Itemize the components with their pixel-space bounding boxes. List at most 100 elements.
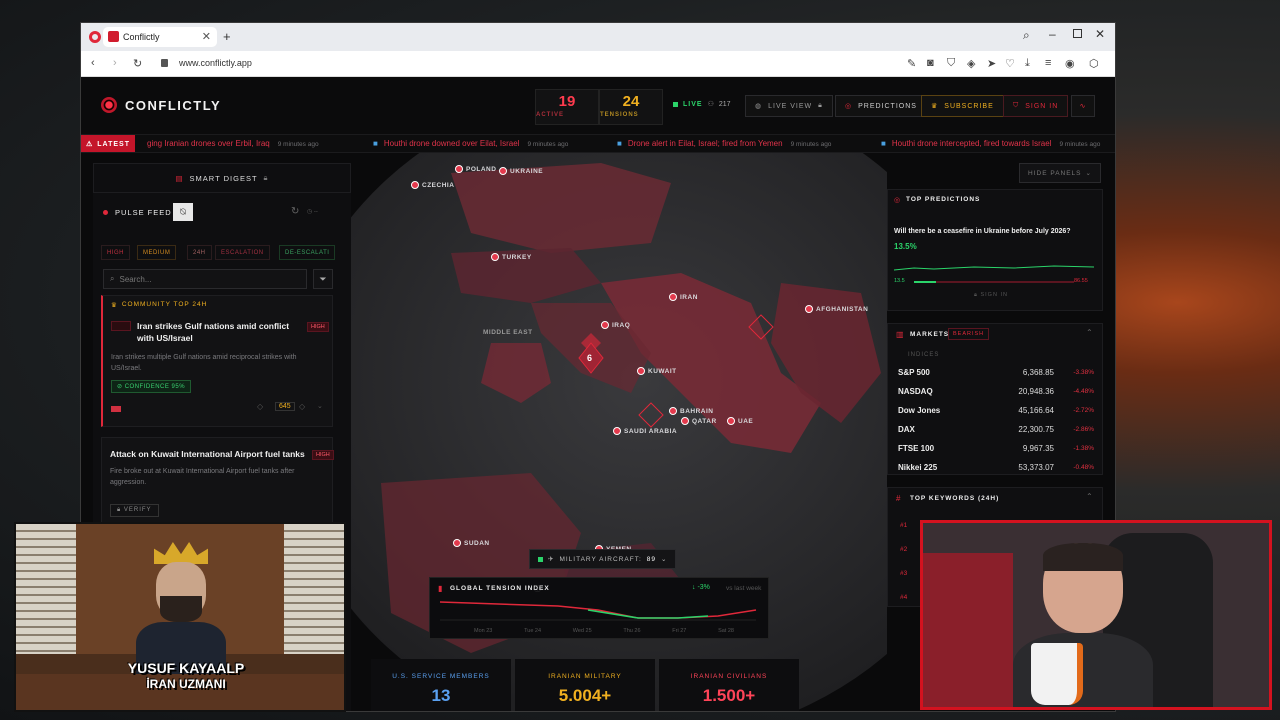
news-card[interactable]: Attack on Kuwait International Airport f…: [101, 437, 334, 527]
active-stat[interactable]: 19 ACTIVE: [535, 89, 599, 125]
opera-logo-icon[interactable]: [89, 31, 101, 43]
map-label-sudan[interactable]: SUDAN: [453, 539, 490, 547]
tensions-stat[interactable]: 24 TENSIONS: [599, 89, 663, 125]
market-row[interactable]: Dow Jones 45,166.64 -2.72%: [898, 406, 1094, 420]
reload-icon[interactable]: ↻: [133, 57, 142, 70]
profile-icon[interactable]: ◉: [1065, 57, 1075, 70]
browser-tab[interactable]: Conflictly ✕: [103, 27, 217, 47]
map-label-iran[interactable]: IRAN: [669, 293, 698, 301]
ticker-item[interactable]: ■ Houthi drone intercepted, fired towards…: [881, 139, 1100, 148]
edit-icon[interactable]: ✎: [907, 57, 916, 70]
menu-icon[interactable]: ≡: [1045, 57, 1051, 69]
minimize-icon[interactable]: –: [1049, 27, 1056, 41]
cluster-count[interactable]: 6: [587, 353, 592, 363]
tab-bar: Conflictly ✕ + ⌕ – ✕: [81, 23, 1115, 51]
smart-digest-button[interactable]: ▤ SMART DIGEST 🔒︎: [93, 163, 351, 193]
sign-in-button[interactable]: ⛉ SIGN IN: [1003, 95, 1069, 117]
filter-chip-deescalation[interactable]: DE-ESCALATI: [279, 245, 336, 260]
globe-icon: ◍: [755, 103, 763, 110]
market-row[interactable]: FTSE 100 9,967.35 -1.38%: [898, 444, 1094, 458]
url-field[interactable]: www.conflictly.app: [179, 58, 252, 68]
map-label-afghanistan[interactable]: AFGHANISTAN: [805, 305, 868, 313]
extensions-icon[interactable]: ⬡: [1089, 57, 1099, 70]
world-map[interactable]: POLAND UKRAINE CZECHIA TURKEY IRAN IRAQ …: [351, 153, 887, 711]
collapse-icon[interactable]: ⌃: [1086, 492, 1093, 501]
live-view-button[interactable]: ◍ LIVE VIEW 🔒︎: [745, 95, 833, 117]
map-label-bahrain[interactable]: BAHRAIN: [669, 407, 713, 415]
bearish-badge: BEARISH: [948, 328, 990, 340]
banner: [923, 553, 1013, 707]
market-row[interactable]: S&P 500 6,368.85 -3.38%: [898, 368, 1094, 382]
shield-icon[interactable]: ⛉: [947, 57, 955, 70]
sign-in-link[interactable]: 🔒︎ SIGN IN: [974, 292, 1008, 299]
hide-panels-button[interactable]: HIDE PANELS ⌄: [1019, 163, 1101, 183]
send-icon[interactable]: ➤: [987, 57, 996, 70]
mute-button[interactable]: ⍉: [173, 203, 193, 221]
upvote-icon[interactable]: ◇: [257, 402, 263, 411]
map-label-turkey[interactable]: TURKEY: [491, 253, 532, 261]
camera-icon[interactable]: ◙: [927, 57, 934, 69]
activity-button[interactable]: ∿: [1071, 95, 1095, 117]
heart-icon[interactable]: ♡: [1005, 57, 1015, 70]
news-card[interactable]: ♛ COMMUNITY TOP 24H Iran strikes Gulf nat…: [101, 295, 333, 427]
stat-us-service-members[interactable]: U.S. SERVICE MEMBERS 13: [371, 659, 511, 711]
market-row[interactable]: NASDAQ 20,948.36 -4.48%: [898, 387, 1094, 401]
filter-chip-medium[interactable]: MEDIUM: [137, 245, 177, 260]
ticker-item[interactable]: ■ Houthi drone downed over Eilat, Israel 9…: [373, 139, 568, 148]
news-icon: ■: [617, 139, 622, 148]
map-label-poland[interactable]: POLAND: [455, 165, 496, 173]
stat-iranian-civilians[interactable]: IRANIAN CIVILIANS 1.500+: [659, 659, 799, 711]
prediction-sparkline: [894, 265, 1094, 271]
vpn-icon[interactable]: ◈: [967, 57, 975, 70]
map-label-iraq[interactable]: IRAQ: [601, 321, 630, 329]
markets-panel[interactable]: ▥ MARKETS BEARISH ⌃ INDICES S&P 500 6,368…: [887, 323, 1103, 475]
map-label-kuwait[interactable]: KUWAIT: [637, 367, 677, 375]
collapse-icon[interactable]: ⌃: [1086, 328, 1093, 337]
market-value: 45,166.64: [1018, 406, 1054, 415]
filter-chip-escalation[interactable]: ESCALATION: [215, 245, 270, 260]
forward-icon[interactable]: ›: [113, 57, 117, 69]
new-tab-icon[interactable]: +: [223, 29, 231, 44]
close-window-icon[interactable]: ✕: [1095, 27, 1105, 41]
predictions-button[interactable]: ◎ PREDICTIONS: [835, 95, 927, 117]
subscribe-button[interactable]: ♛ SUBSCRIBE: [921, 95, 1004, 117]
search-tabs-icon[interactable]: ⌕: [1023, 28, 1030, 43]
ticker-item[interactable]: ging Iranian drones over Erbil, Iraq 9 mi…: [147, 139, 319, 148]
map-label-middle-east[interactable]: MIDDLE EAST: [483, 329, 533, 336]
stat-iranian-military[interactable]: IRANIAN MILITARY 5.004+: [515, 659, 655, 711]
military-aircraft-toggle[interactable]: ✈ MILITARY AIRCRAFT: 89 ⌄: [529, 549, 677, 569]
label-text: QATAR: [692, 417, 717, 425]
tension-index-panel[interactable]: ▮ GLOBAL TENSION INDEX ⓘ ↓ -3% vs last w…: [429, 577, 769, 639]
close-tab-icon[interactable]: ✕: [202, 30, 211, 43]
brand-name: CONFLICTLY: [125, 97, 222, 113]
predictions-panel[interactable]: ◎ TOP PREDICTIONS Will there be a ceasef…: [887, 189, 1103, 311]
market-name: DAX: [898, 425, 915, 434]
filter-chip-high[interactable]: HIGH: [101, 245, 130, 260]
community-top-label: COMMUNITY TOP 24H: [121, 301, 208, 308]
search-input[interactable]: ⌕ Search...: [103, 269, 307, 289]
logo[interactable]: CONFLICTLY: [101, 97, 221, 113]
verify-button[interactable]: 🔒︎ VERIFY: [110, 504, 159, 517]
filter-chip-24h[interactable]: 24H: [187, 245, 212, 260]
map-label-qatar[interactable]: QATAR: [681, 417, 717, 425]
market-row[interactable]: DAX 22,300.75 -2.86%: [898, 425, 1094, 439]
refresh-icon[interactable]: ↻: [291, 206, 299, 217]
download-icon[interactable]: ⤓: [1025, 57, 1030, 70]
tensions-label: TENSIONS: [600, 112, 639, 118]
back-icon[interactable]: ‹: [91, 57, 95, 69]
smart-digest-label: SMART DIGEST: [189, 173, 258, 183]
maximize-icon[interactable]: [1073, 29, 1082, 38]
downvote-icon[interactable]: ◇: [299, 402, 305, 411]
filter-button[interactable]: ⏷: [313, 269, 333, 289]
map-label-saudi-arabia[interactable]: SAUDI ARABIA: [613, 427, 677, 435]
market-row[interactable]: Nikkei 225 53,373.07 -0.48%: [898, 463, 1094, 473]
map-label-uae[interactable]: UAE: [727, 417, 753, 425]
map-label-czechia[interactable]: CZECHIA: [411, 181, 454, 189]
map-label-ukraine[interactable]: UKRAINE: [499, 167, 543, 175]
active-label: ACTIVE: [536, 112, 565, 118]
stat-value: 5.004+: [558, 686, 612, 705]
ticker-item[interactable]: ■ Drone alert in Eilat, Israel; fired fro…: [617, 139, 831, 148]
chevron-down-icon[interactable]: ⌄: [317, 402, 323, 410]
window-blinds: [16, 524, 76, 654]
address-bar: ‹ › ↻ www.conflictly.app ✎ ◙ ⛉ ◈ ➤ ♡ ⤓ ≡…: [81, 51, 1115, 77]
